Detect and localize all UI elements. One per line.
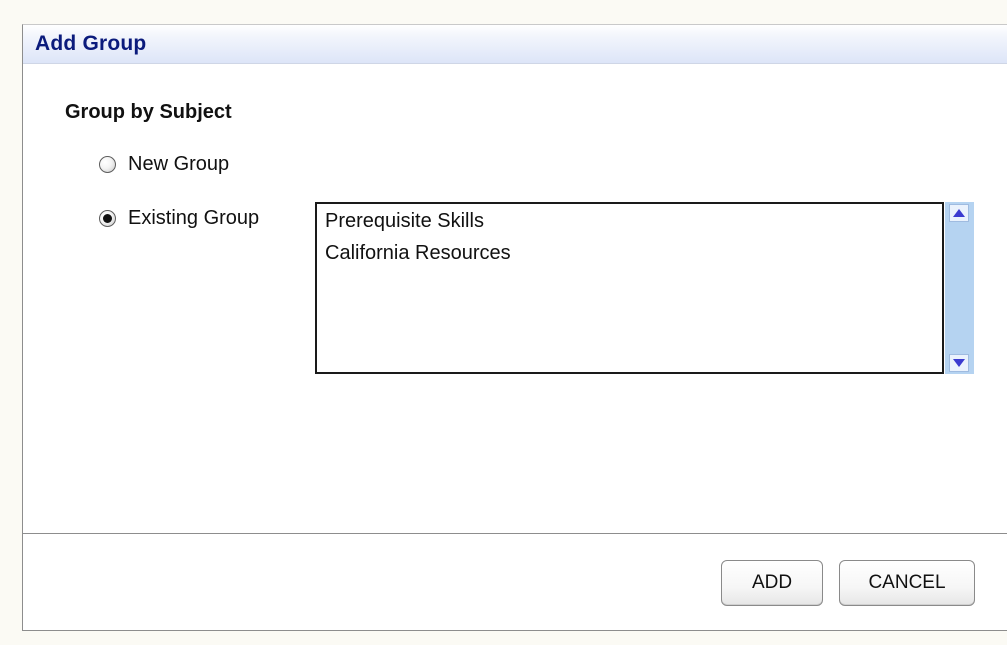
new-group-label: New Group	[128, 153, 230, 175]
add-button[interactable]: ADD	[721, 560, 823, 606]
list-item[interactable]: California Resources	[325, 242, 511, 265]
existing-group-list[interactable]: Prerequisite Skills California Resources	[315, 202, 944, 374]
new-group-radio[interactable]	[99, 156, 116, 173]
existing-group-option[interactable]: Existing Group	[99, 207, 259, 230]
triangle-up-icon	[953, 209, 965, 217]
dialog-title: Add Group	[35, 32, 147, 55]
section-label: Group by Subject	[65, 101, 232, 123]
list-scrollbar[interactable]	[945, 202, 974, 374]
existing-group-radio[interactable]	[99, 210, 116, 227]
list-item[interactable]: Prerequisite Skills	[325, 210, 484, 233]
footer-divider	[23, 533, 1007, 534]
add-group-dialog: Add Group Group by Subject New Group Exi…	[22, 24, 1007, 631]
dialog-titlebar: Add Group	[23, 25, 1007, 64]
scroll-up-button[interactable]	[949, 204, 969, 222]
triangle-down-icon	[953, 359, 965, 367]
existing-group-label: Existing Group	[128, 207, 260, 229]
new-group-option[interactable]: New Group	[99, 153, 229, 176]
cancel-button[interactable]: CANCEL	[839, 560, 975, 606]
scroll-down-button[interactable]	[949, 354, 969, 372]
